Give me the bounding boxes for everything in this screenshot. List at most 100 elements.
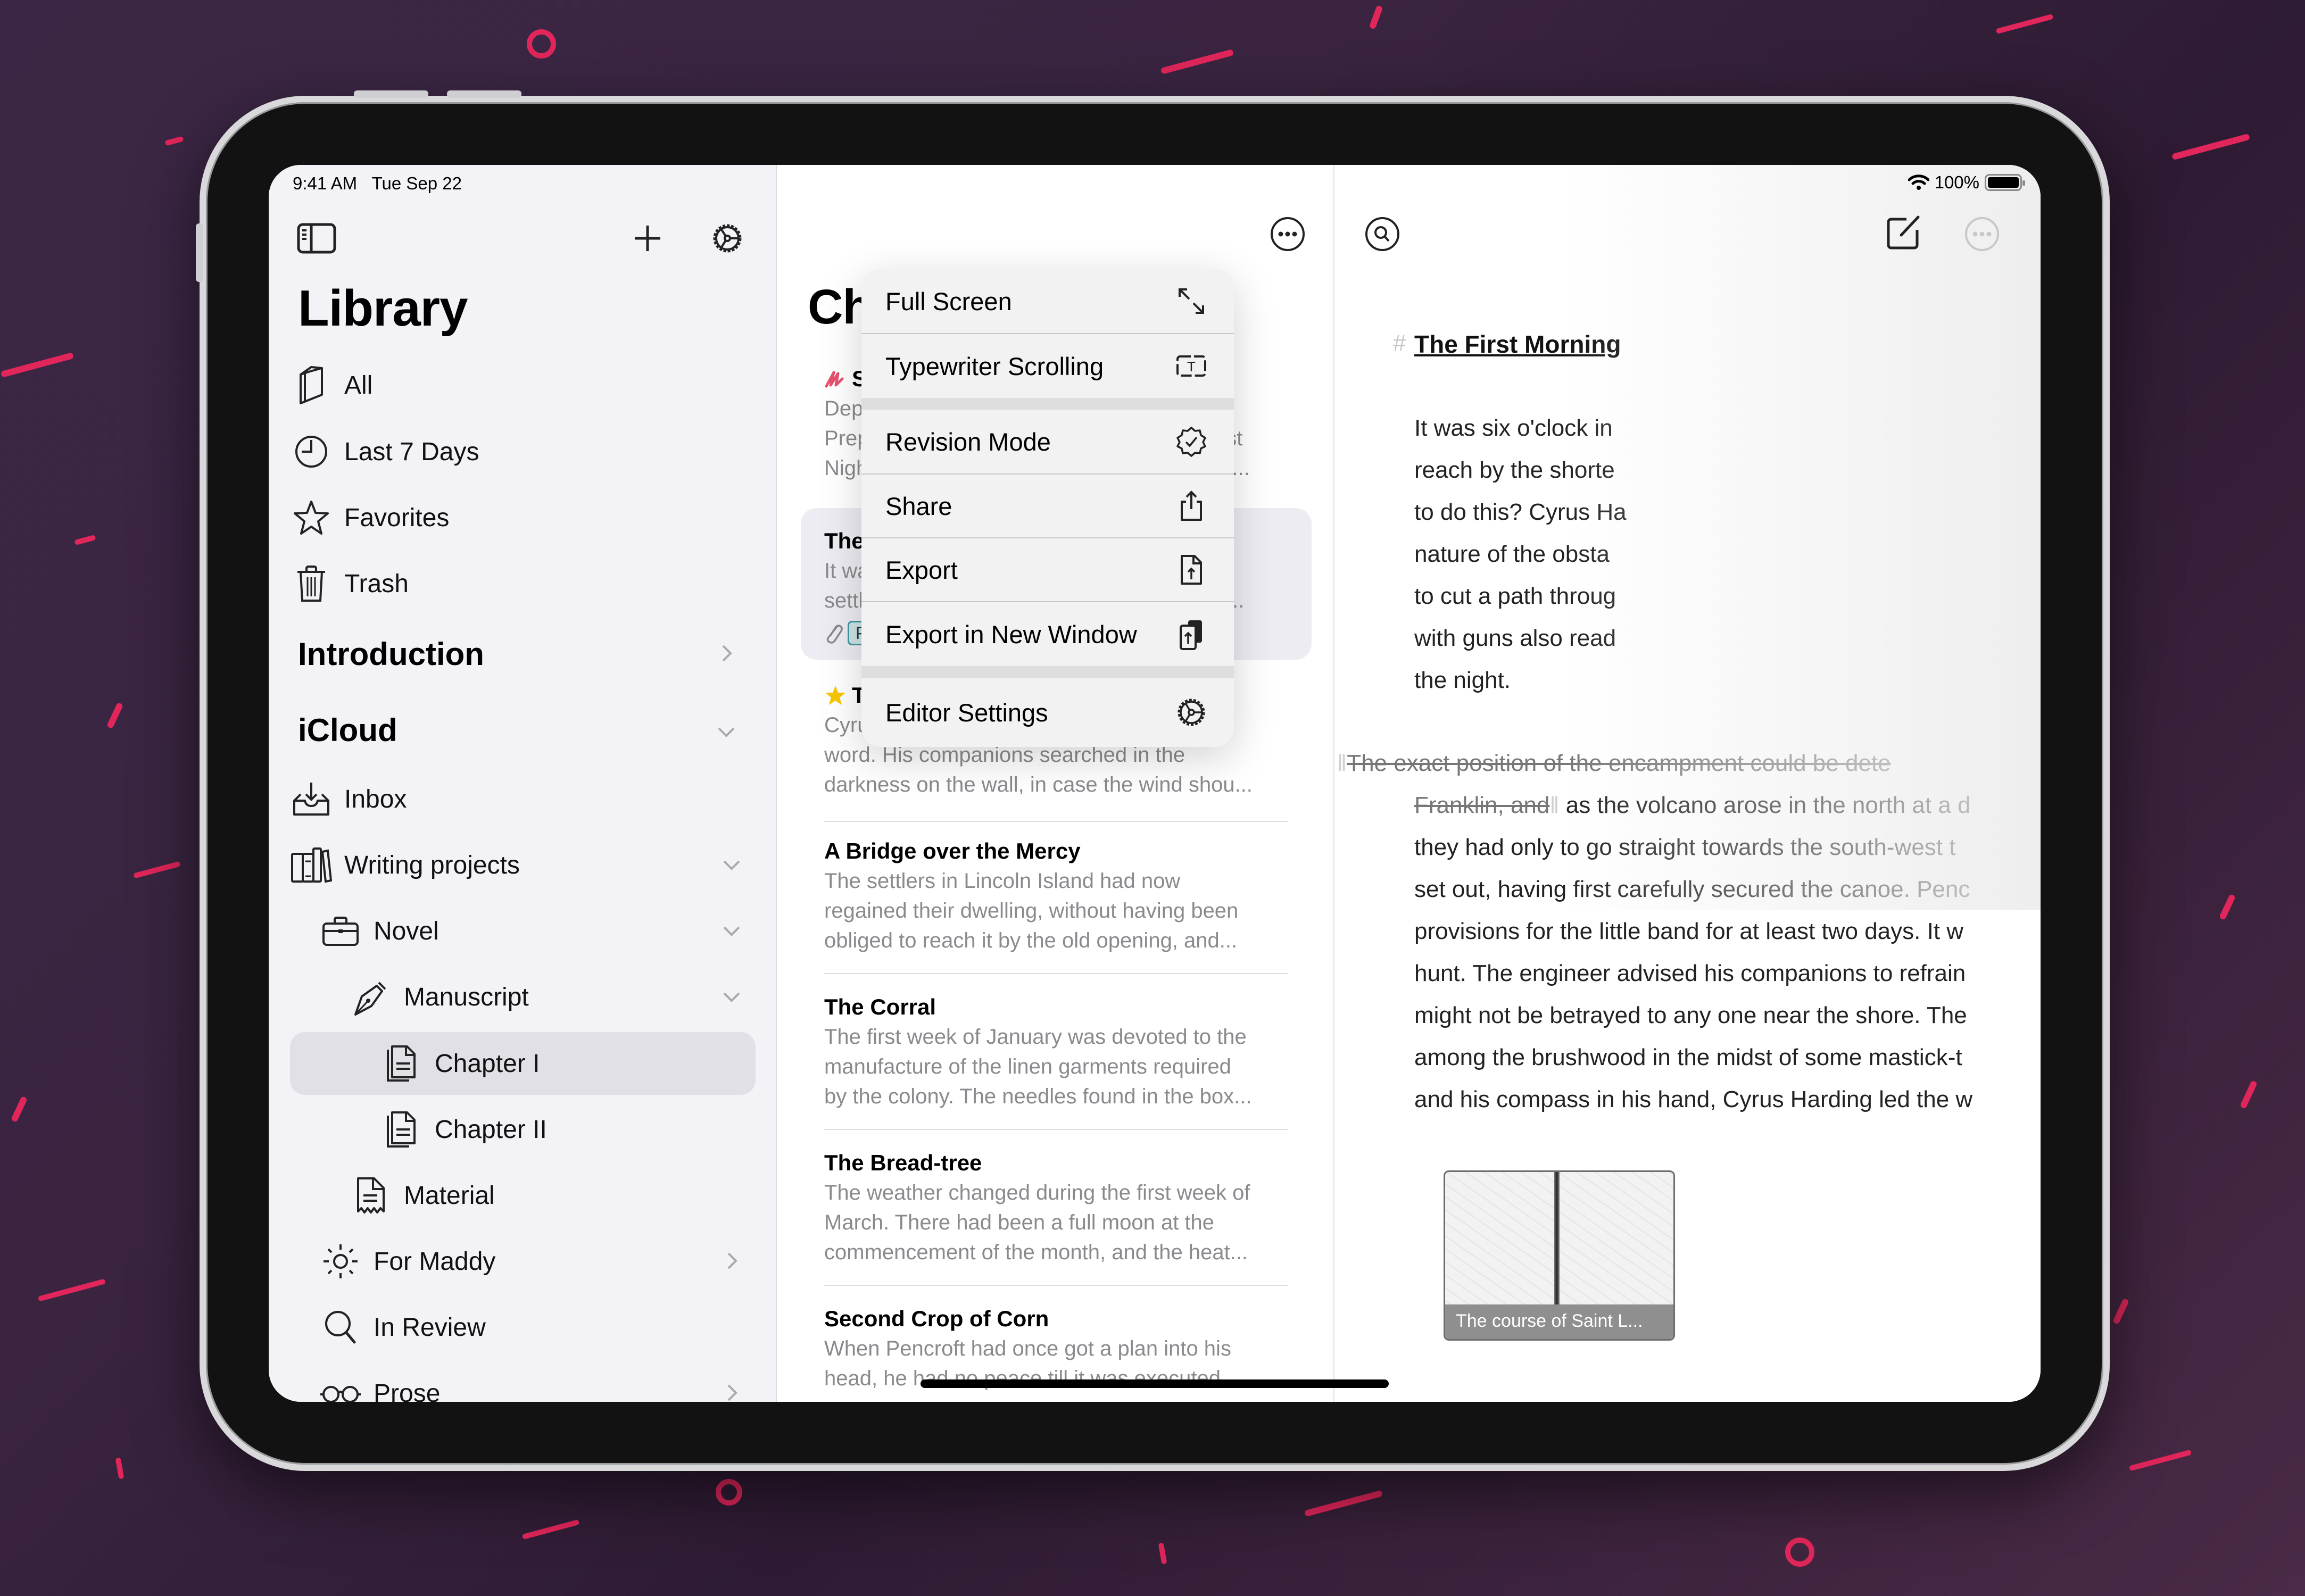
sidebar-item-label: In Review xyxy=(374,1313,486,1342)
sidebar-item-chapter-i[interactable]: Chapter I xyxy=(290,1032,756,1095)
sidebar-item-for-maddy[interactable]: For Maddy xyxy=(290,1230,756,1293)
sidebar-item-label: Writing projects xyxy=(344,851,520,879)
heading-marker: # xyxy=(1393,330,1406,356)
battery-icon xyxy=(1985,174,2025,191)
sidebar-item-label: For Maddy xyxy=(374,1247,496,1276)
sidebar-item-label: Manuscript xyxy=(404,983,529,1011)
inbox-icon xyxy=(293,783,329,816)
battery-percent: 100% xyxy=(1934,172,1979,192)
more-options-button[interactable] xyxy=(1269,215,1306,253)
paperclip-icon xyxy=(826,625,843,644)
sidebar-item-label: Material xyxy=(404,1181,495,1210)
chevron-down-icon[interactable] xyxy=(721,920,742,941)
sidebar-item-label: Inbox xyxy=(344,785,407,813)
sidebar-item-label: Chapter I xyxy=(435,1049,540,1078)
documents-icon xyxy=(387,1045,416,1082)
sidebar-item-prose[interactable]: Prose xyxy=(290,1362,756,1402)
sidebar-item-label: Novel xyxy=(374,917,439,945)
sidebar-toggle-icon xyxy=(297,223,336,254)
ipad-screen: 9:41 AM Tue Sep 22 100% Library All Last… xyxy=(269,165,2041,1402)
scribble-icon xyxy=(825,371,844,388)
menu-item-editor-settings[interactable]: Editor Settings xyxy=(861,678,1234,747)
sidebar-item-label: Chapter II xyxy=(435,1115,547,1144)
sidebar-item-label: Last 7 Days xyxy=(344,437,479,466)
chevron-down-icon[interactable] xyxy=(716,721,737,742)
sheet-title: Second Crop of Corn xyxy=(824,1306,1049,1331)
sidebar-item-material[interactable]: Material xyxy=(290,1164,756,1227)
receipt-icon xyxy=(357,1177,385,1213)
sidebar-item-inbox[interactable]: Inbox xyxy=(290,768,756,830)
menu-item-export-in-new-window[interactable]: Export in New Window xyxy=(861,602,1234,666)
glasses-icon xyxy=(320,1386,361,1402)
chevron-right-icon[interactable] xyxy=(721,1382,742,1402)
status-bar: 9:41 AM Tue Sep 22 100% xyxy=(269,165,2041,202)
sheet-preview: The first week of January was devoted to… xyxy=(824,1025,1252,1108)
menu-item-typewriter-scrolling[interactable]: Typewriter Scrolling T xyxy=(861,334,1234,398)
editor[interactable]: # The First Morning It was six o'clock i… xyxy=(1334,165,2041,1402)
document-heading: The First Morning xyxy=(1414,330,1621,358)
menu-item-export[interactable]: Export xyxy=(861,538,1234,601)
sidebar-item-favorites[interactable]: Favorites xyxy=(290,486,756,549)
volume-button xyxy=(354,90,428,98)
image-caption: The course of Saint L... xyxy=(1445,1304,1673,1339)
books-icon xyxy=(291,847,332,883)
status-time: 9:41 AM Tue Sep 22 xyxy=(293,173,462,193)
book-icon xyxy=(300,365,323,404)
sheet-title: A Bridge over the Mercy xyxy=(824,838,1081,863)
plus-icon xyxy=(635,226,660,251)
power-button xyxy=(196,223,203,282)
sidebar-item-writing-projects[interactable]: Writing projects xyxy=(290,834,756,896)
trash-icon xyxy=(297,566,325,602)
sidebar-item-last-7-days[interactable]: Last 7 Days xyxy=(290,420,756,483)
chevron-right-icon[interactable] xyxy=(721,1250,742,1271)
star-outline-icon xyxy=(294,501,329,535)
menu-item-full-screen[interactable]: Full Screen xyxy=(861,269,1234,333)
deleted-text: Franklin, and xyxy=(1414,792,1550,818)
sidebar-toggle-button[interactable] xyxy=(295,217,338,260)
clock-icon xyxy=(295,436,327,468)
sidebar-item-novel[interactable]: Novel xyxy=(290,900,756,962)
typewriter-icon: T xyxy=(1176,355,1206,377)
sidebar-item-label: All xyxy=(344,371,373,400)
export-window-icon xyxy=(1180,620,1202,650)
sheet-card-the-bread-tree[interactable]: The Bread-tree The weather changed durin… xyxy=(801,1130,1312,1286)
sidebar-item-in-review[interactable]: In Review xyxy=(290,1296,756,1359)
menu-item-revision-mode[interactable]: Revision Mode xyxy=(861,410,1234,473)
more-menu-button[interactable] xyxy=(1963,215,2001,253)
checkmark-seal-icon xyxy=(1176,427,1206,457)
search-button[interactable] xyxy=(1364,215,1401,253)
sidebar-item-label: Favorites xyxy=(344,503,450,532)
sidebar: Library All Last 7 Days Favorites Trash … xyxy=(269,165,777,1402)
settings-button[interactable] xyxy=(706,217,749,260)
sidebar-item-label: Prose xyxy=(374,1379,441,1402)
share-icon xyxy=(1181,491,1202,521)
sidebar-item-all[interactable]: All xyxy=(290,354,756,417)
chevron-right-icon[interactable] xyxy=(716,643,737,664)
svg-text:T: T xyxy=(1187,359,1196,375)
sun-icon xyxy=(324,1244,358,1278)
deleted-text: The exact position of the encampment cou… xyxy=(1347,750,1891,776)
sidebar-item-chapter-ii[interactable]: Chapter II xyxy=(290,1098,756,1161)
wifi-icon xyxy=(1908,174,1929,190)
chevron-down-icon[interactable] xyxy=(721,854,742,875)
chevron-down-icon[interactable] xyxy=(721,986,742,1007)
section-icloud[interactable]: iCloud xyxy=(298,712,397,749)
sheet-card-the-corral[interactable]: The Corral The first week of January was… xyxy=(801,974,1312,1130)
section-introduction[interactable]: Introduction xyxy=(298,636,484,672)
export-document-icon xyxy=(1181,555,1202,585)
expand-arrows-icon xyxy=(1179,288,1204,314)
sheet-card-a-bridge-over-the-mercy[interactable]: A Bridge over the Mercy The settlers in … xyxy=(801,818,1312,974)
image-attachment[interactable]: The course of Saint L... xyxy=(1444,1170,1675,1341)
sheet-title: The Corral xyxy=(824,994,936,1019)
compose-button[interactable] xyxy=(1885,214,1922,251)
sidebar-item-trash[interactable]: Trash xyxy=(290,552,756,615)
gear-icon xyxy=(713,224,742,253)
pen-nib-icon xyxy=(354,982,386,1016)
sheet-title: The Bread-tree xyxy=(824,1150,982,1175)
home-indicator[interactable] xyxy=(921,1379,1389,1388)
add-button[interactable] xyxy=(626,217,669,260)
sheet-preview: The weather changed during the first wee… xyxy=(824,1181,1250,1264)
briefcase-icon xyxy=(322,917,359,946)
menu-item-share[interactable]: Share xyxy=(861,475,1234,537)
sidebar-item-manuscript[interactable]: Manuscript xyxy=(290,966,756,1028)
